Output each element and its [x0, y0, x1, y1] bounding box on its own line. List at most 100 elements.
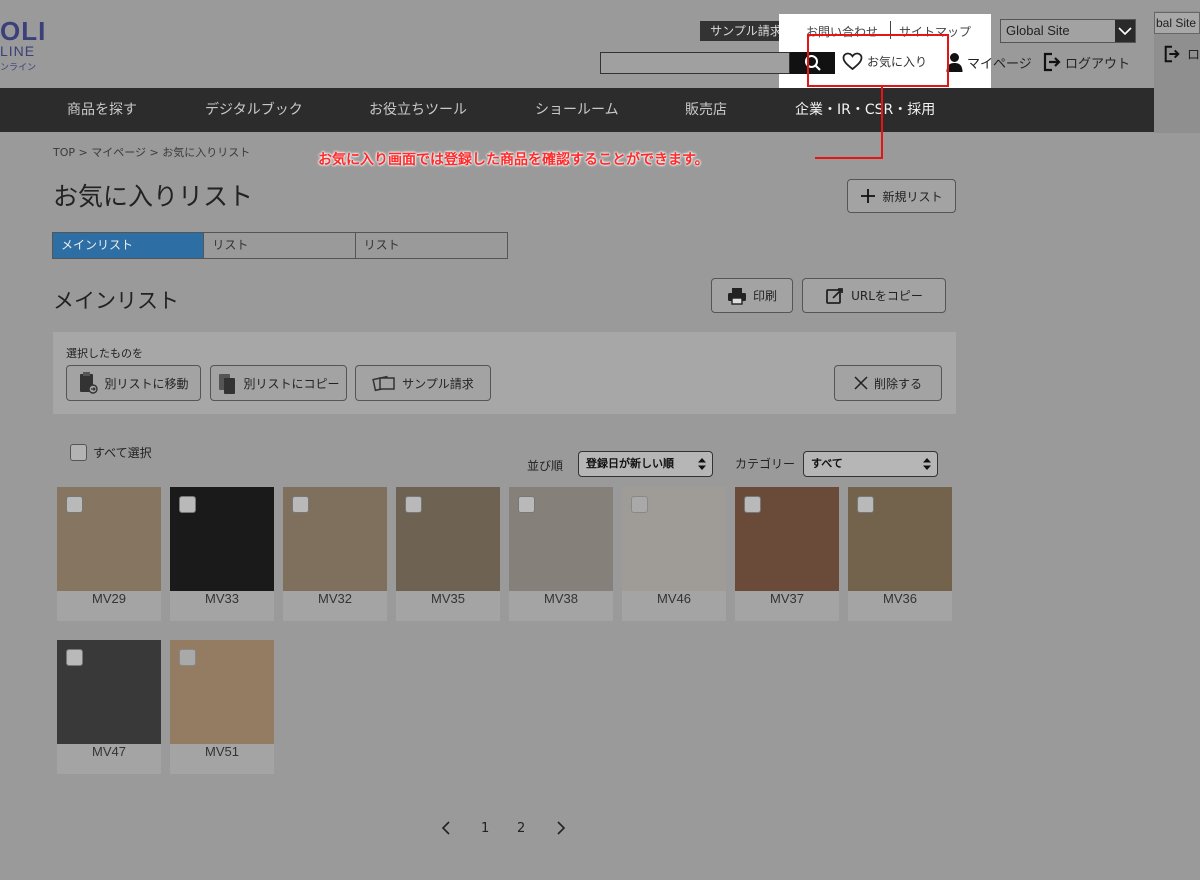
- tab-main-list[interactable]: メインリスト: [53, 233, 205, 258]
- product-swatch-3[interactable]: [396, 487, 500, 591]
- product-swatch-5[interactable]: [622, 487, 726, 591]
- product-checkbox[interactable]: [518, 496, 535, 513]
- product-card[interactable]: MV32: [283, 487, 387, 621]
- logo-subtext[interactable]: LINE: [0, 43, 35, 59]
- new-list-button[interactable]: 新規リスト: [847, 179, 956, 213]
- logout-icon: [1164, 45, 1180, 62]
- product-code: MV51: [205, 744, 239, 759]
- nav-item-dealers[interactable]: 販売店: [685, 88, 727, 132]
- logout-label: ログアウト: [1065, 56, 1131, 72]
- product-swatch-0[interactable]: [57, 487, 161, 591]
- product-card[interactable]: MV38: [509, 487, 613, 621]
- logout-link-duplicate[interactable]: ロ: [1163, 44, 1200, 63]
- close-icon: [854, 376, 868, 390]
- new-list-label: 新規リスト: [882, 189, 943, 204]
- product-checkbox[interactable]: [66, 649, 83, 666]
- product-code: MV29: [92, 591, 126, 606]
- chevron-right-icon: [557, 821, 566, 835]
- delete-button[interactable]: 削除する: [834, 365, 942, 401]
- annotation-connector-vertical: [881, 87, 883, 158]
- copy-url-label: URLをコピー: [851, 289, 923, 303]
- product-checkbox[interactable]: [405, 496, 422, 513]
- nav-item-showroom[interactable]: ショールーム: [535, 88, 619, 132]
- pagination-page-1[interactable]: 1: [481, 821, 489, 836]
- product-code: MV36: [883, 591, 917, 606]
- tab-list-3[interactable]: リスト: [356, 233, 507, 258]
- product-swatch-9[interactable]: [170, 640, 274, 744]
- sort-select-value: 登録日が新しい順: [586, 457, 674, 470]
- chevron-left-icon: [441, 821, 450, 835]
- copy-icon: [219, 374, 236, 394]
- product-swatch-7[interactable]: [848, 487, 952, 591]
- product-card[interactable]: MV47: [57, 640, 161, 774]
- nav-item-search-products[interactable]: 商品を探す: [67, 88, 137, 132]
- category-select-value: すべて: [811, 457, 843, 470]
- nav-item-tools[interactable]: お役立ちツール: [369, 88, 467, 132]
- pagination-page-2[interactable]: 2: [517, 821, 525, 836]
- product-code: MV47: [92, 744, 126, 759]
- product-checkbox[interactable]: [179, 496, 196, 513]
- chevron-down-icon[interactable]: [1115, 20, 1135, 42]
- product-card[interactable]: MV35: [396, 487, 500, 621]
- copy-to-list-button[interactable]: 別リストにコピー: [210, 365, 347, 401]
- product-swatch-1[interactable]: [170, 487, 274, 591]
- product-checkbox[interactable]: [744, 496, 761, 513]
- copy-url-button[interactable]: URLをコピー: [802, 278, 946, 313]
- edit-link-icon: [826, 287, 843, 304]
- global-site-select-duplicate[interactable]: bal Site: [1154, 12, 1200, 34]
- product-code: MV38: [544, 591, 578, 606]
- product-card[interactable]: MV46: [622, 487, 726, 621]
- product-checkbox[interactable]: [179, 649, 196, 666]
- list-title: メインリスト: [53, 289, 179, 313]
- product-checkbox[interactable]: [631, 496, 648, 513]
- pagination-prev[interactable]: [441, 820, 451, 840]
- nav-item-digital-book[interactable]: デジタルブック: [205, 88, 303, 132]
- product-swatch-2[interactable]: [283, 487, 387, 591]
- logout-link[interactable]: ログアウト: [1042, 52, 1130, 72]
- product-swatch-8[interactable]: [57, 640, 161, 744]
- cards-icon: [372, 375, 395, 392]
- pagination-next[interactable]: [556, 820, 566, 840]
- updown-arrow-icon: [698, 458, 706, 470]
- product-checkbox[interactable]: [66, 496, 83, 513]
- product-code: MV32: [318, 591, 352, 606]
- annotation-callout-text: お気に入り画面では登録した商品を確認することができます。: [318, 152, 709, 168]
- annotation-connector-horizontal: [815, 157, 883, 159]
- move-to-list-label: 別リストに移動: [104, 376, 189, 391]
- delete-label: 削除する: [873, 376, 922, 391]
- plus-icon: [861, 189, 876, 203]
- product-card[interactable]: MV37: [735, 487, 839, 621]
- search-input[interactable]: [600, 52, 790, 74]
- select-all-label: すべて選択: [93, 446, 152, 460]
- logout-icon: [1043, 52, 1061, 72]
- print-label: 印刷: [752, 289, 777, 303]
- nav-item-corporate[interactable]: 企業・IR・CSR・採用: [795, 88, 935, 132]
- product-swatch-6[interactable]: [735, 487, 839, 591]
- product-code: MV37: [770, 591, 804, 606]
- category-label: カテゴリー: [735, 457, 796, 471]
- move-to-list-button[interactable]: 別リストに移動: [66, 365, 201, 401]
- mypage-label: マイページ: [967, 56, 1032, 72]
- breadcrumb[interactable]: TOP > マイページ > お気に入りリスト: [53, 144, 250, 160]
- select-all-checkbox[interactable]: [70, 444, 87, 461]
- list-tabs: メインリスト リスト リスト: [52, 232, 508, 259]
- sort-select[interactable]: 登録日が新しい順: [578, 451, 713, 477]
- sample-request-button[interactable]: サンプル請求: [355, 365, 491, 401]
- page-title: お気に入りリスト: [53, 182, 254, 211]
- product-swatch-4[interactable]: [509, 487, 613, 591]
- category-select[interactable]: すべて: [803, 451, 938, 477]
- tab-list-2[interactable]: リスト: [204, 233, 356, 258]
- clipboard-move-icon: [80, 372, 99, 394]
- annotation-highlight-box: [807, 34, 949, 87]
- mypage-link[interactable]: マイページ: [946, 52, 1032, 72]
- product-card[interactable]: MV33: [170, 487, 274, 621]
- product-card[interactable]: MV51: [170, 640, 274, 774]
- product-card[interactable]: MV29: [57, 487, 161, 621]
- product-checkbox[interactable]: [292, 496, 309, 513]
- select-all[interactable]: すべて選択: [70, 444, 152, 461]
- product-checkbox[interactable]: [857, 496, 874, 513]
- product-card[interactable]: MV36: [848, 487, 952, 621]
- copy-to-list-label: 別リストにコピー: [243, 376, 340, 391]
- sample-request-label: サンプル請求: [402, 376, 474, 391]
- print-button[interactable]: 印刷: [711, 278, 793, 313]
